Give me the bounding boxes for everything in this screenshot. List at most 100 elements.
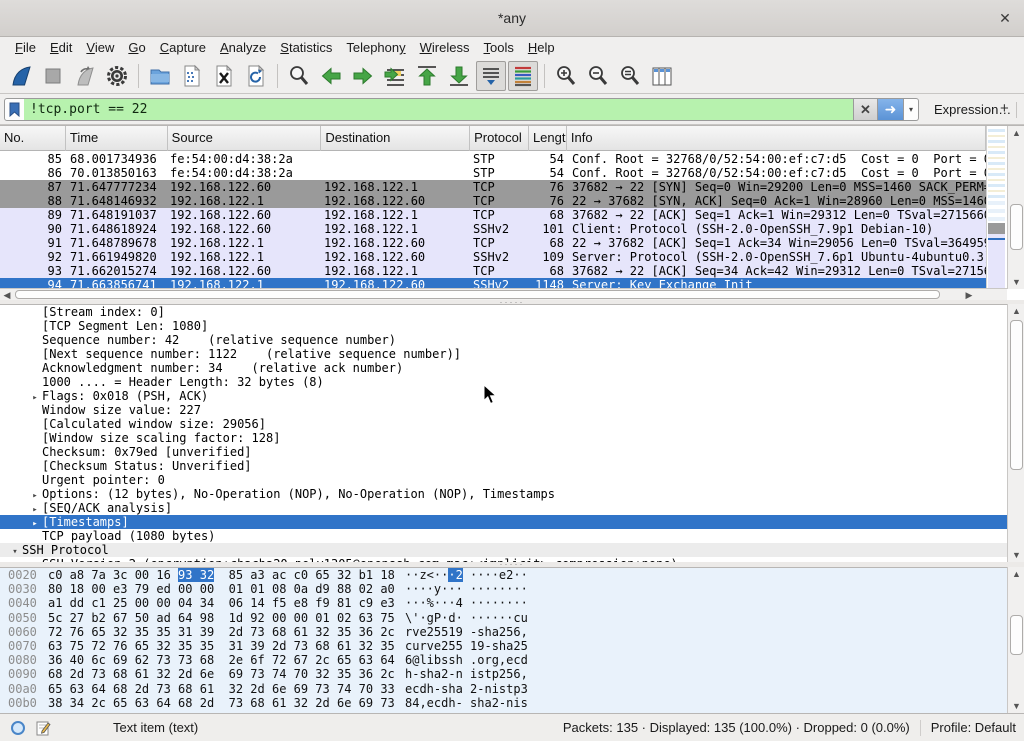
hex-row-0030[interactable]: 003080 18 00 e3 79 ed 00 00 01 01 08 0a … (0, 582, 1024, 596)
hex-row-0060[interactable]: 006072 76 65 32 35 35 31 39 2d 73 68 61 … (0, 625, 1024, 639)
save-file-button[interactable] (177, 61, 207, 91)
hex-vscrollbar[interactable]: ▲ ▼ (1007, 567, 1024, 713)
scroll-up-arrow[interactable]: ▲ (1008, 567, 1024, 581)
packet-list-vscrollbar[interactable]: ▲ ▼ (1007, 126, 1024, 289)
column-header-time[interactable]: Time (66, 126, 168, 151)
hex-bytes[interactable]: 72 76 65 32 35 35 31 39 2d 73 68 61 32 3… (48, 625, 395, 639)
menu-go[interactable]: Go (121, 38, 152, 57)
hex-row-0040[interactable]: 0040a1 dd c1 25 00 00 04 34 06 14 f5 e8 … (0, 596, 1024, 610)
menu-edit[interactable]: Edit (43, 38, 79, 57)
packet-row-85[interactable]: 8568.001734936fe:54:00:d4:38:2aSTP54Conf… (0, 152, 986, 166)
column-header-length[interactable]: Length (529, 126, 567, 151)
detail-line-10[interactable]: Checksum: 0x79ed [unverified] (0, 445, 1024, 459)
menu-statistics[interactable]: Statistics (273, 38, 339, 57)
detail-line-7[interactable]: Window size value: 227 (0, 403, 1024, 417)
hex-ascii[interactable]: ···%···4 ········ (405, 596, 528, 610)
scroll-up-arrow[interactable]: ▲ (1008, 126, 1024, 140)
filter-dropdown-caret[interactable]: ▾ (904, 98, 919, 121)
packet-row-90[interactable]: 9071.648618924192.168.122.60192.168.122.… (0, 222, 986, 236)
detail-line-15[interactable]: ▸[Timestamps] (0, 515, 1024, 529)
hex-bytes[interactable]: c0 a8 7a 3c 00 16 93 32 85 a3 ac c0 65 3… (48, 568, 395, 582)
packet-row-93[interactable]: 9371.662015274192.168.122.60192.168.122.… (0, 264, 986, 278)
packet-row-91[interactable]: 9171.648789678192.168.122.1192.168.122.6… (0, 236, 986, 250)
detail-line-17[interactable]: ▾SSH Protocol (0, 543, 1024, 557)
menu-analyze[interactable]: Analyze (213, 38, 273, 57)
menu-file[interactable]: File (8, 38, 43, 57)
detail-line-3[interactable]: [Next sequence number: 1122 (relative se… (0, 347, 1024, 361)
detail-line-14[interactable]: ▸[SEQ/ACK analysis] (0, 501, 1024, 515)
hex-row-0020[interactable]: 0020c0 a8 7a 3c 00 16 93 32 85 a3 ac c0 … (0, 568, 1024, 582)
detail-line-1[interactable]: [TCP Segment Len: 1080] (0, 319, 1024, 333)
resize-columns-button[interactable] (647, 61, 677, 91)
restart-capture-button[interactable] (70, 61, 100, 91)
column-header-protocol[interactable]: Protocol (470, 126, 529, 151)
hex-ascii[interactable]: ····y··· ········ (405, 582, 528, 596)
hex-row-00a0[interactable]: 00a065 63 64 68 2d 73 68 61 32 2d 6e 69 … (0, 682, 1024, 696)
hex-bytes[interactable]: 5c 27 b2 67 50 ad 64 98 1d 92 00 00 01 0… (48, 611, 395, 625)
hex-bytes[interactable]: 65 63 64 68 2d 73 68 61 32 2d 6e 69 73 7… (48, 682, 395, 696)
detail-line-12[interactable]: Urgent pointer: 0 (0, 473, 1024, 487)
hex-ascii[interactable]: 84,ecdh- sha2-nis (405, 696, 528, 710)
hex-row-00b0[interactable]: 00b038 34 2c 65 63 64 68 2d 73 68 61 32 … (0, 696, 1024, 710)
auto-scroll-toggle[interactable] (476, 61, 506, 91)
scroll-down-arrow[interactable]: ▼ (1008, 699, 1024, 713)
menu-view[interactable]: View (79, 38, 121, 57)
packet-row-88[interactable]: 8871.648146932192.168.122.1192.168.122.6… (0, 194, 986, 208)
hex-ascii[interactable]: 6@libssh .org,ecd (405, 653, 528, 667)
detail-line-5[interactable]: 1000 .... = Header Length: 32 bytes (8) (0, 375, 1024, 389)
detail-line-9[interactable]: [Window size scaling factor: 128] (0, 431, 1024, 445)
hex-row-0080[interactable]: 008036 40 6c 69 62 73 73 68 2e 6f 72 67 … (0, 653, 1024, 667)
column-header-destination[interactable]: Destination (321, 126, 470, 151)
filter-bookmark-button[interactable] (4, 98, 25, 121)
hex-ascii[interactable]: ··z<···2 ····e2·· (405, 568, 528, 582)
packet-list-minimap[interactable] (986, 126, 1006, 289)
go-back-button[interactable] (316, 61, 346, 91)
hex-bytes[interactable]: 36 40 6c 69 62 73 73 68 2e 6f 72 67 2c 6… (48, 653, 395, 667)
status-profile[interactable]: Profile: Default (931, 720, 1016, 735)
display-filter-input[interactable] (24, 98, 854, 121)
add-filter-button[interactable]: + (1000, 100, 1009, 117)
hex-ascii[interactable]: \'·gP·d· ······cu (405, 611, 528, 625)
hex-ascii[interactable]: ecdh-sha 2-nistp3 (405, 682, 528, 696)
detail-line-4[interactable]: Acknowledgment number: 34 (relative ack … (0, 361, 1024, 375)
detail-line-16[interactable]: TCP payload (1080 bytes) (0, 529, 1024, 543)
scroll-up-arrow[interactable]: ▲ (1008, 304, 1024, 318)
expert-info-icon[interactable] (10, 720, 26, 736)
capture-comment-icon[interactable] (36, 720, 51, 736)
detail-line-13[interactable]: ▸Options: (12 bytes), No-Operation (NOP)… (0, 487, 1024, 501)
close-window-button[interactable]: ✕ (996, 9, 1014, 27)
packet-row-87[interactable]: 8771.647777234192.168.122.60192.168.122.… (0, 180, 986, 194)
packet-list-header[interactable]: No.TimeSourceDestinationProtocolLengthIn… (0, 126, 986, 151)
hex-row-0050[interactable]: 00505c 27 b2 67 50 ad 64 98 1d 92 00 00 … (0, 611, 1024, 625)
packet-row-89[interactable]: 8971.648191037192.168.122.60192.168.122.… (0, 208, 986, 222)
stop-capture-button[interactable] (38, 61, 68, 91)
detail-line-11[interactable]: [Checksum Status: Unverified] (0, 459, 1024, 473)
zoom-original-button[interactable] (615, 61, 645, 91)
start-capture-button[interactable] (6, 61, 36, 91)
go-to-packet-button[interactable] (380, 61, 410, 91)
scroll-down-arrow[interactable]: ▼ (1008, 548, 1024, 562)
menu-tools[interactable]: Tools (477, 38, 521, 57)
menu-telephony[interactable]: Telephony (339, 38, 412, 57)
open-file-button[interactable] (145, 61, 175, 91)
capture-options-button[interactable] (102, 61, 132, 91)
menu-capture[interactable]: Capture (153, 38, 213, 57)
zoom-in-button[interactable] (551, 61, 581, 91)
hex-row-0090[interactable]: 009068 2d 73 68 61 32 2d 6e 69 73 74 70 … (0, 667, 1024, 681)
detail-line-2[interactable]: Sequence number: 42 (relative sequence n… (0, 333, 1024, 347)
filter-clear-button[interactable]: ✕ (854, 98, 878, 121)
reload-file-button[interactable] (241, 61, 271, 91)
details-vscrollbar[interactable]: ▲ ▼ (1007, 304, 1024, 562)
detail-line-8[interactable]: [Calculated window size: 29056] (0, 417, 1024, 431)
column-header-info[interactable]: Info (567, 126, 986, 151)
hex-ascii[interactable]: h-sha2-n istp256, (405, 667, 528, 681)
hex-bytes[interactable]: 68 2d 73 68 61 32 2d 6e 69 73 74 70 32 3… (48, 667, 395, 681)
column-header-no[interactable]: No. (0, 126, 66, 151)
hex-row-0070[interactable]: 007063 75 72 76 65 32 35 35 31 39 2d 73 … (0, 639, 1024, 653)
zoom-out-button[interactable] (583, 61, 613, 91)
find-packet-button[interactable] (284, 61, 314, 91)
hex-bytes[interactable]: 63 75 72 76 65 32 35 35 31 39 2d 73 68 6… (48, 639, 395, 653)
hex-ascii[interactable]: rve25519 -sha256, (405, 625, 528, 639)
colorize-toggle[interactable] (508, 61, 538, 91)
column-header-source[interactable]: Source (168, 126, 322, 151)
